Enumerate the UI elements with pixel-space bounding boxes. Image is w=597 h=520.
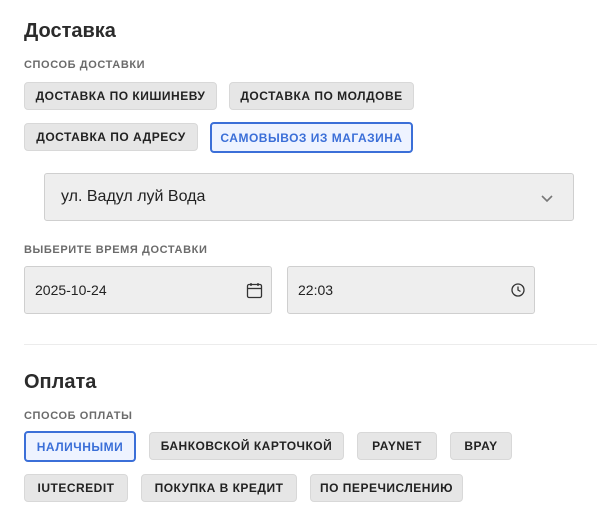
delivery-option-address[interactable]: ДОСТАВКА ПО АДРЕСУ — [24, 123, 198, 151]
clock-icon[interactable] — [510, 282, 526, 301]
payment-option-cash[interactable]: НАЛИЧНЫМИ — [24, 431, 136, 462]
payment-option-bpay[interactable]: BPAY — [450, 432, 512, 460]
store-select-value: ул. Вадул луй Вода — [61, 188, 206, 205]
payment-method-label: СПОСОБ ОПЛАТЫ — [24, 410, 133, 422]
delivery-option-chisinau[interactable]: ДОСТАВКА ПО КИШИНЕВУ — [24, 82, 217, 110]
calendar-icon[interactable] — [246, 282, 263, 302]
delivery-time-label: ВЫБЕРИТЕ ВРЕМЯ ДОСТАВКИ — [24, 244, 208, 256]
delivery-date-value: 2025-10-24 — [35, 282, 107, 298]
payment-title: Оплата — [24, 371, 97, 393]
store-select[interactable]: ул. Вадул луй Вода — [44, 173, 574, 221]
delivery-time-input[interactable]: 22:03 — [287, 266, 535, 314]
payment-option-iutecredit[interactable]: IUTECREDIT — [24, 474, 128, 502]
delivery-option-moldova[interactable]: ДОСТАВКА ПО МОЛДОВЕ — [229, 82, 414, 110]
delivery-date-input[interactable]: 2025-10-24 — [24, 266, 272, 314]
chevron-down-icon — [539, 190, 555, 211]
payment-option-paynet[interactable]: PAYNET — [357, 432, 437, 460]
delivery-title: Доставка — [24, 20, 116, 42]
payment-option-credit-purchase[interactable]: ПОКУПКА В КРЕДИТ — [141, 474, 297, 502]
payment-option-card[interactable]: БАНКОВСКОЙ КАРТОЧКОЙ — [149, 432, 344, 460]
payment-option-bank-transfer[interactable]: ПО ПЕРЕЧИСЛЕНИЮ — [310, 474, 463, 502]
delivery-time-value: 22:03 — [298, 282, 334, 298]
delivery-method-label: СПОСОБ ДОСТАВКИ — [24, 59, 146, 71]
delivery-option-pickup[interactable]: САМОВЫВОЗ ИЗ МАГАЗИНА — [210, 122, 413, 153]
section-divider — [24, 344, 597, 345]
